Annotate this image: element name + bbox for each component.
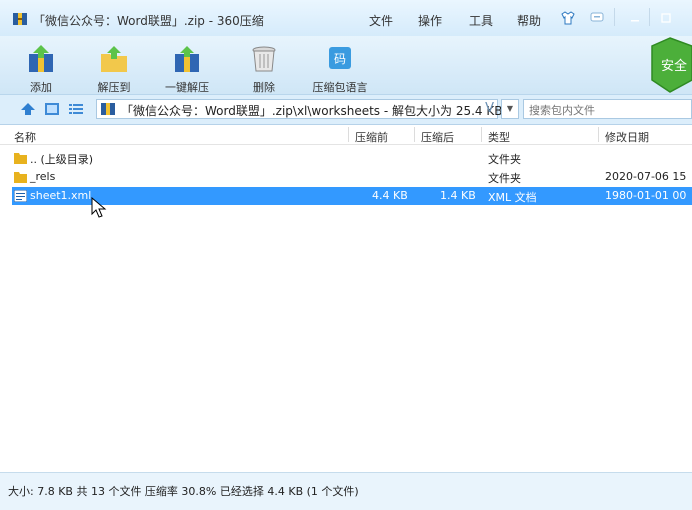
add-label: 添加 bbox=[30, 81, 52, 94]
one-click-extract-button[interactable]: 一键解压 bbox=[159, 38, 215, 94]
maximize-icon[interactable] bbox=[659, 11, 673, 25]
folder-icon bbox=[14, 172, 27, 183]
file-name: .. (上级目录) bbox=[30, 153, 94, 166]
one-click-extract-icon bbox=[175, 46, 199, 72]
file-modified: 1980-01-01 00 bbox=[605, 189, 687, 202]
delete-button[interactable]: 删除 bbox=[236, 38, 292, 94]
file-row-parent-dir[interactable]: .. (上级目录) 文件夹 bbox=[0, 149, 692, 167]
column-compressed-before[interactable]: 压缩前 bbox=[355, 129, 388, 145]
status-bar: 大小: 7.8 KB 共 13 个文件 压缩率 30.8% 已经选择 4.4 K… bbox=[0, 472, 692, 510]
title-bar: 「微信公众号：Word联盟」.zip - 360压缩 文件 操作 工具 帮助 bbox=[0, 0, 692, 36]
extract-folder-icon bbox=[101, 46, 127, 72]
menu-help[interactable]: 帮助 bbox=[517, 12, 541, 29]
search-input[interactable] bbox=[523, 99, 692, 119]
toolbar: 添加 解压到 一键解压 删除 码 压缩包语言 bbox=[0, 36, 692, 95]
column-separator[interactable] bbox=[348, 127, 349, 142]
file-type: 文件夹 bbox=[488, 172, 521, 185]
file-size-before: 4.4 KB bbox=[372, 189, 408, 202]
column-name[interactable]: 名称 bbox=[14, 129, 36, 145]
column-compressed-after[interactable]: 压缩后 bbox=[421, 129, 454, 145]
file-name: _rels bbox=[30, 170, 56, 183]
column-separator[interactable] bbox=[598, 127, 599, 142]
menu-operate[interactable]: 操作 bbox=[418, 12, 442, 29]
file-size-after: 1.4 KB bbox=[440, 189, 476, 202]
menu-tools[interactable]: 工具 bbox=[469, 12, 493, 29]
code-comment-icon: 码 bbox=[329, 47, 351, 69]
file-type: 文件夹 bbox=[488, 153, 521, 166]
titlebar-divider bbox=[614, 8, 615, 26]
column-separator[interactable] bbox=[481, 127, 482, 142]
up-arrow-icon[interactable] bbox=[20, 101, 36, 117]
add-archive-icon bbox=[29, 45, 53, 72]
column-modified[interactable]: 修改日期 bbox=[605, 129, 649, 145]
path-text: 「微信公众号：Word联盟」.zip\xl\worksheets - 解包大小为… bbox=[121, 104, 503, 118]
security-shield-icon[interactable]: 安全 bbox=[648, 36, 692, 94]
folder-icon bbox=[14, 153, 27, 164]
xml-file-icon bbox=[14, 190, 27, 202]
status-text: 大小: 7.8 KB 共 13 个文件 压缩率 30.8% 已经选择 4.4 K… bbox=[8, 485, 359, 498]
address-bar: 「微信公众号：Word联盟」.zip\xl\worksheets - 解包大小为… bbox=[0, 95, 692, 125]
file-modified: 2020-07-06 15 bbox=[605, 170, 687, 183]
security-badge-label: 安全 bbox=[661, 58, 687, 74]
feedback-icon[interactable] bbox=[590, 11, 604, 25]
file-row-rels[interactable]: _rels 文件夹 2020-07-06 15 bbox=[0, 168, 692, 186]
column-separator[interactable] bbox=[414, 127, 415, 142]
minimize-icon[interactable] bbox=[628, 11, 642, 25]
mouse-cursor-icon bbox=[91, 197, 107, 218]
file-row-sheet1[interactable]: sheet1.xml 4.4 KB 1.4 KB XML 文档 1980-01-… bbox=[12, 187, 692, 205]
svg-text:码: 码 bbox=[334, 52, 346, 66]
list-view-icon[interactable] bbox=[68, 101, 84, 117]
delete-label: 删除 bbox=[253, 81, 275, 94]
skin-shirt-icon[interactable] bbox=[560, 10, 576, 26]
path-chevron-icon[interactable]: V bbox=[485, 101, 494, 116]
menu-file[interactable]: 文件 bbox=[369, 12, 393, 29]
path-dropdown-button[interactable]: ▼ bbox=[501, 99, 519, 119]
file-name: sheet1.xml bbox=[30, 189, 92, 202]
add-button[interactable]: 添加 bbox=[13, 38, 69, 94]
trash-can-icon bbox=[252, 46, 276, 72]
window-title: 「微信公众号：Word联盟」.zip - 360压缩 bbox=[33, 14, 264, 28]
column-type[interactable]: 类型 bbox=[488, 129, 510, 145]
extract-to-button[interactable]: 解压到 bbox=[86, 38, 142, 94]
archive-comment-button[interactable]: 码 压缩包语言 bbox=[312, 38, 368, 94]
column-header-row: 名称 压缩前 压缩后 类型 修改日期 bbox=[0, 125, 692, 145]
file-type: XML 文档 bbox=[488, 191, 537, 204]
path-field[interactable]: 「微信公众号：Word联盟」.zip\xl\worksheets - 解包大小为… bbox=[96, 99, 502, 119]
extract-to-label: 解压到 bbox=[97, 81, 131, 94]
app-window: 「微信公众号：Word联盟」.zip - 360压缩 文件 操作 工具 帮助 添… bbox=[0, 0, 692, 510]
one-click-extract-label: 一键解压 bbox=[165, 81, 209, 94]
zip-archive-icon bbox=[101, 103, 115, 115]
archive-comment-label: 压缩包语言 bbox=[312, 81, 368, 94]
zip-app-icon bbox=[13, 13, 27, 25]
thumbnail-view-icon[interactable] bbox=[44, 101, 60, 117]
titlebar-divider-2 bbox=[649, 8, 650, 26]
